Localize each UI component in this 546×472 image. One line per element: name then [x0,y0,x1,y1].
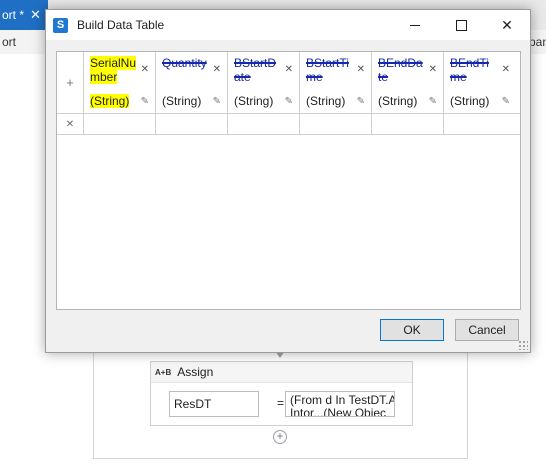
assign-title: Assign [177,365,214,379]
column-type: (String) [90,94,130,108]
assign-value-text: (From d In TestDT.A Intor...(New Objec [290,393,395,417]
remove-column-icon[interactable]: ✕ [502,64,510,75]
column-header[interactable]: BEndDate (String) ✕ ✎ [372,52,444,113]
remove-column-icon[interactable]: ✕ [141,64,149,75]
column-name: BEndDate [378,56,423,84]
edit-column-icon[interactable]: ✎ [141,96,149,107]
column-name: BEndTime [450,56,489,84]
document-tab[interactable]: ort * ✕ [0,0,48,30]
remove-column-icon[interactable]: ✕ [213,64,221,75]
add-activity-icon[interactable]: + [273,430,287,444]
column-name: BStartTime [306,56,349,84]
background-strip-label: ort [2,35,17,49]
assign-icon: A+B [155,367,172,377]
minimize-button[interactable] [392,10,438,40]
remove-column-icon[interactable]: ✕ [429,64,437,75]
ok-button[interactable]: OK [380,319,444,341]
resize-grip-icon[interactable] [518,340,528,350]
column-header[interactable]: SerialNumber (String) ✕ ✎ [84,52,156,113]
close-icon: ✕ [501,16,513,33]
column-name: SerialNumber [90,56,137,84]
column-name: Quantity [162,56,207,70]
remove-column-icon[interactable]: ✕ [357,64,365,75]
app-logo-icon: S [53,18,68,33]
edit-column-icon[interactable]: ✎ [357,96,365,107]
close-icon[interactable]: ✕ [30,7,41,23]
data-table-grid: + SerialNumber (String) ✕ ✎ Quantity (St… [56,51,521,310]
assign-header: A+B Assign [151,362,412,383]
dialog-titlebar: S Build Data Table ✕ [46,10,530,40]
maximize-button[interactable] [438,10,484,40]
table-cell[interactable] [84,114,156,134]
column-header-row: + SerialNumber (String) ✕ ✎ Quantity (St… [57,52,520,114]
document-tab-label: ort * [2,8,25,22]
column-type: (String) [378,94,418,108]
column-header[interactable]: BStartTime (String) ✕ ✎ [300,52,372,113]
table-cell[interactable] [444,114,516,134]
edit-column-icon[interactable]: ✎ [502,96,510,107]
column-header[interactable]: Quantity (String) ✕ ✎ [156,52,228,113]
assign-equals-sign: = [277,396,285,410]
edit-column-icon[interactable]: ✎ [429,96,437,107]
column-type: (String) [162,94,202,108]
edit-column-icon[interactable]: ✎ [285,96,293,107]
column-name: BStartDate [234,56,277,84]
remove-column-icon[interactable]: ✕ [285,64,293,75]
column-header[interactable]: BEndTime (String) ✕ ✎ [444,52,516,113]
add-column-icon[interactable]: + [57,52,84,113]
assign-to-field[interactable]: ResDT [169,391,259,417]
build-data-table-dialog: S Build Data Table ✕ + SerialNumber (Str… [45,9,531,353]
edit-column-icon[interactable]: ✎ [213,96,221,107]
column-header[interactable]: BStartDate (String) ✕ ✎ [228,52,300,113]
dialog-title: Build Data Table [77,18,165,32]
table-cell[interactable] [300,114,372,134]
table-cell[interactable] [372,114,444,134]
table-cell[interactable] [156,114,228,134]
assign-activity[interactable]: A+B Assign ResDT = (From d In TestDT.A I… [150,361,413,426]
delete-row-icon[interactable]: ✕ [57,114,84,134]
table-row: ✕ [57,114,520,135]
column-type: (String) [306,94,346,108]
assign-value-field[interactable]: (From d In TestDT.A Intor...(New Objec [285,391,395,417]
background-panel-label: pan [529,35,546,49]
column-type: (String) [450,94,490,108]
close-button[interactable]: ✕ [484,10,530,40]
table-cell[interactable] [228,114,300,134]
column-type: (String) [234,94,274,108]
minimize-icon [410,24,420,26]
cancel-button[interactable]: Cancel [455,319,519,341]
maximize-icon [455,19,467,31]
